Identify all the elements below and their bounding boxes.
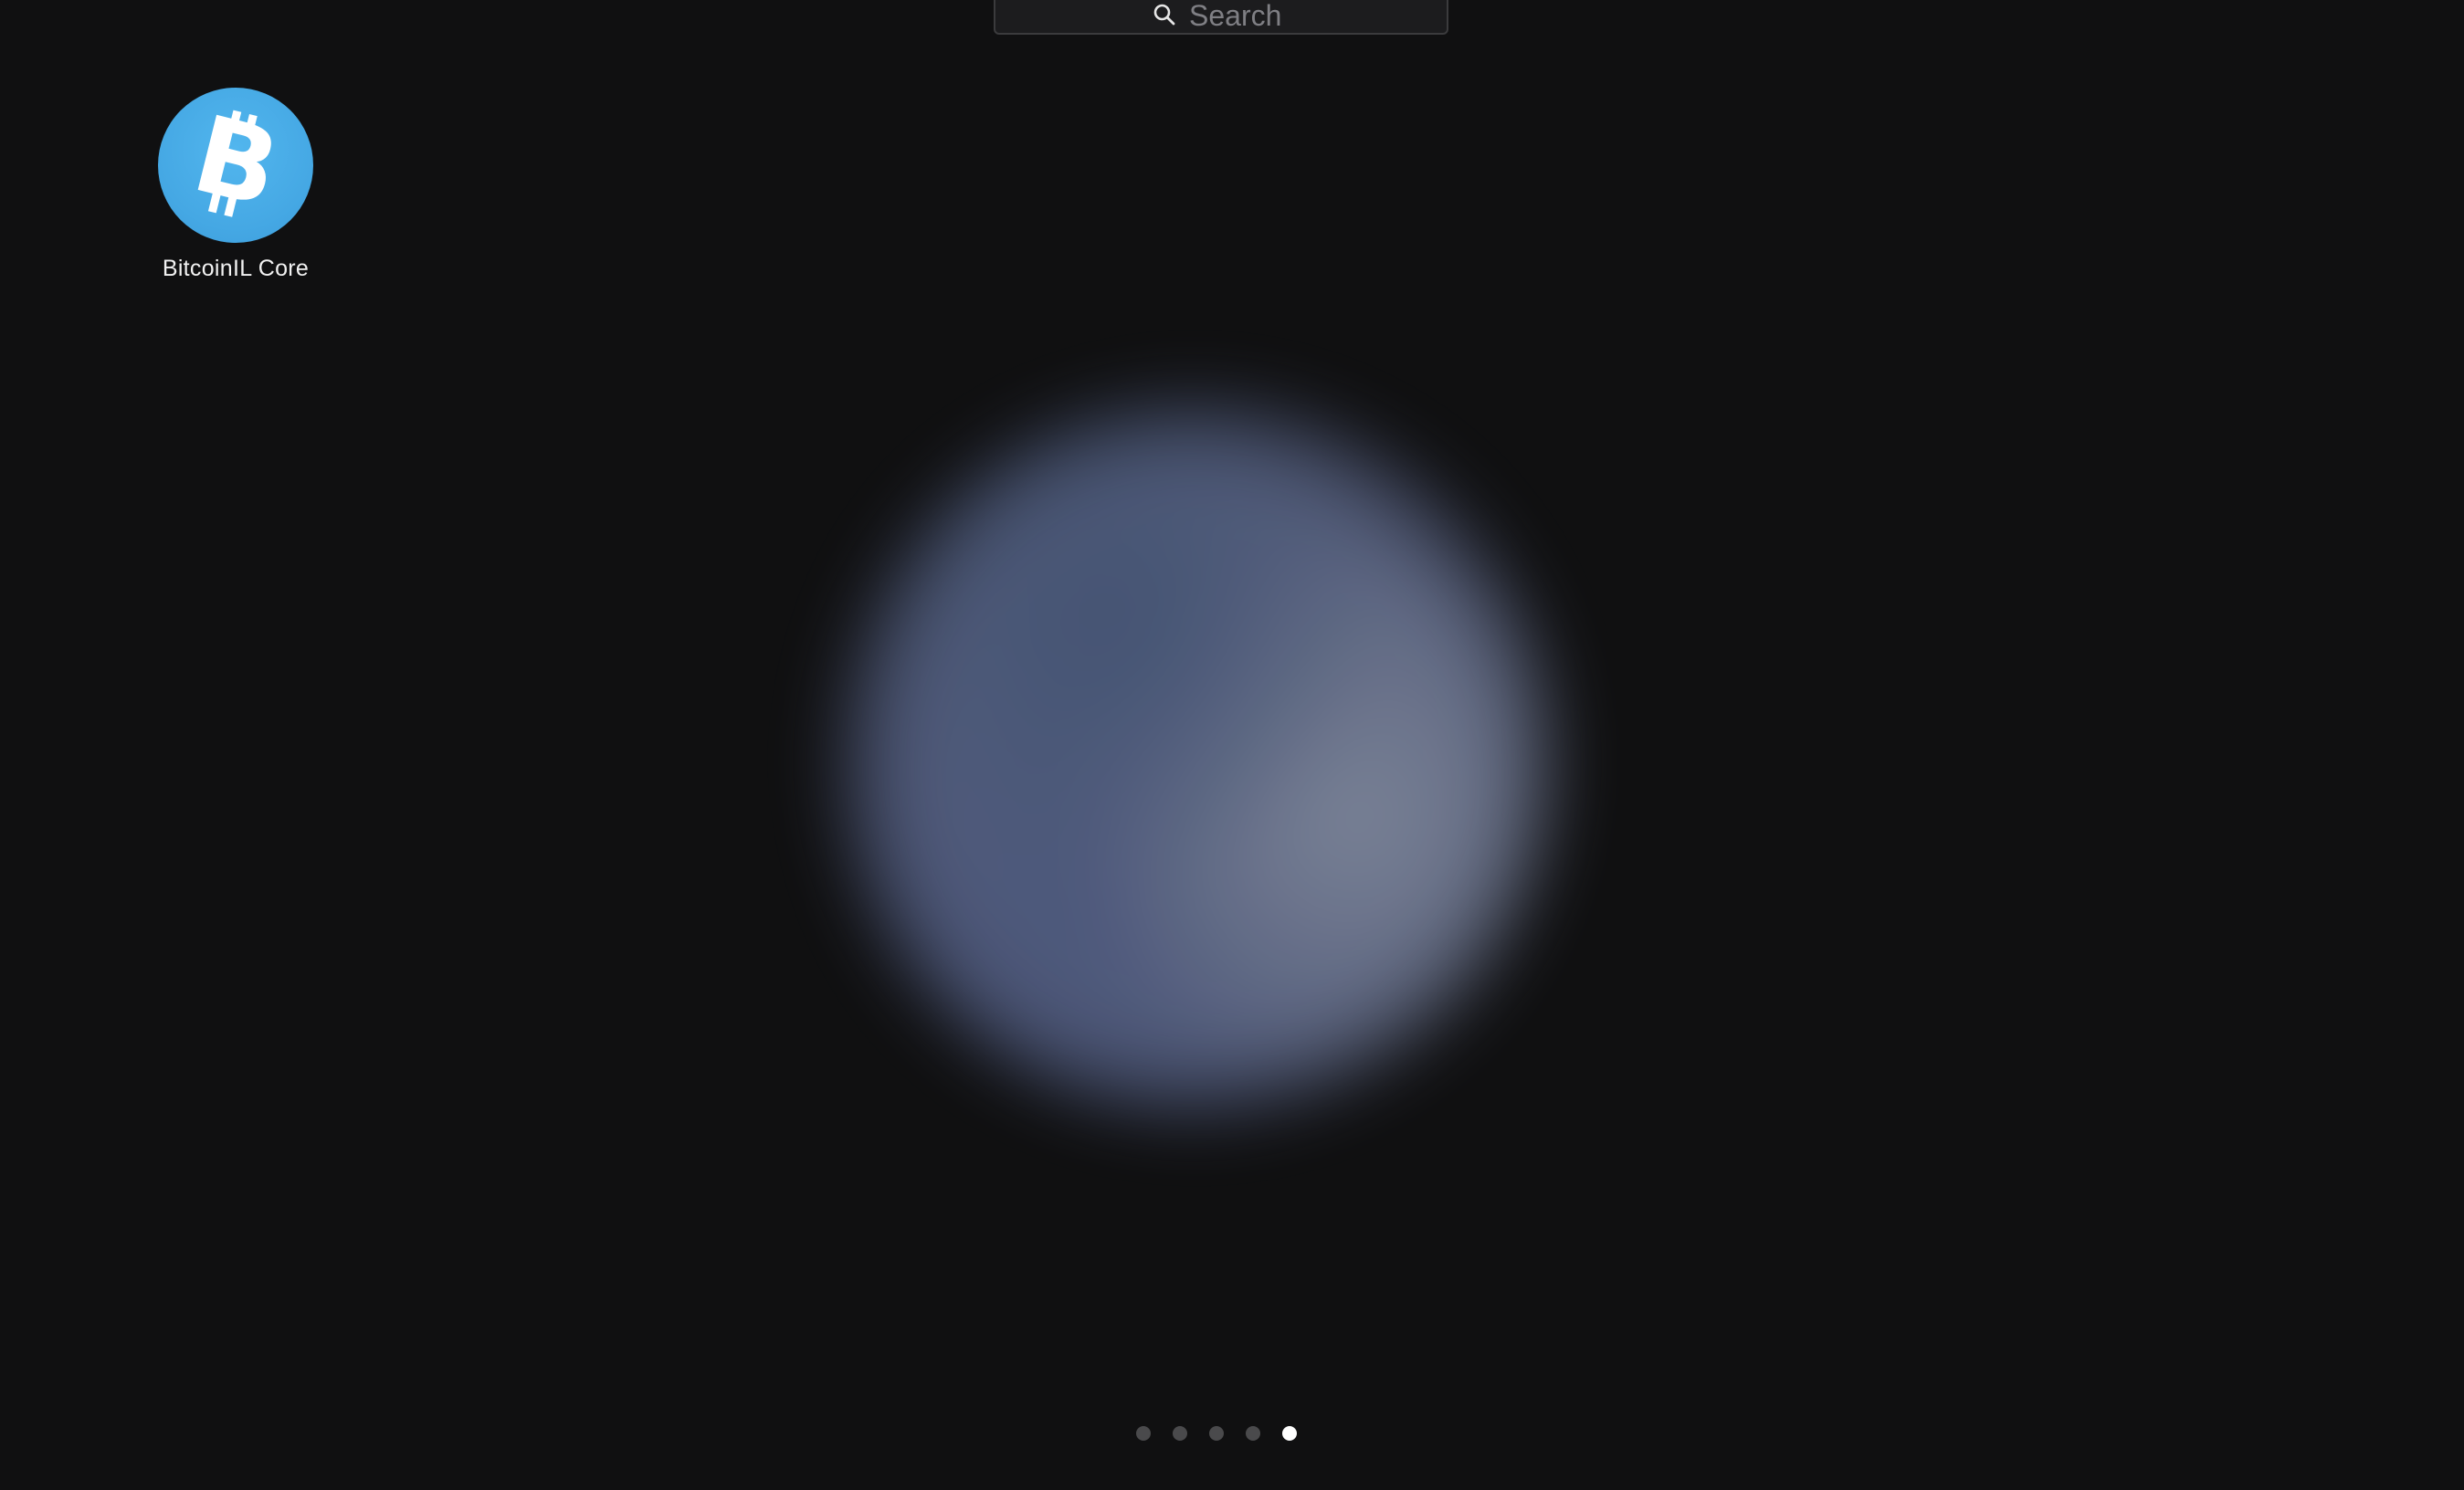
app-bitcoinil-core[interactable]: B BitcoinIL Core [137, 88, 334, 282]
page-dot-2[interactable] [1173, 1426, 1187, 1441]
page-dot-5-current[interactable] [1282, 1426, 1297, 1441]
search-field[interactable] [994, 0, 1448, 35]
page-indicator [1136, 1426, 1297, 1441]
bitcoin-icon[interactable]: B [158, 88, 313, 243]
page-dot-3[interactable] [1209, 1426, 1224, 1441]
search-icon [1153, 3, 1176, 26]
page-dot-1[interactable] [1136, 1426, 1151, 1441]
page-dot-4[interactable] [1246, 1426, 1260, 1441]
app-label: BitcoinIL Core [162, 256, 310, 281]
wallpaper-blur-orb [840, 402, 1553, 1114]
search-input[interactable] [1189, 0, 1290, 33]
